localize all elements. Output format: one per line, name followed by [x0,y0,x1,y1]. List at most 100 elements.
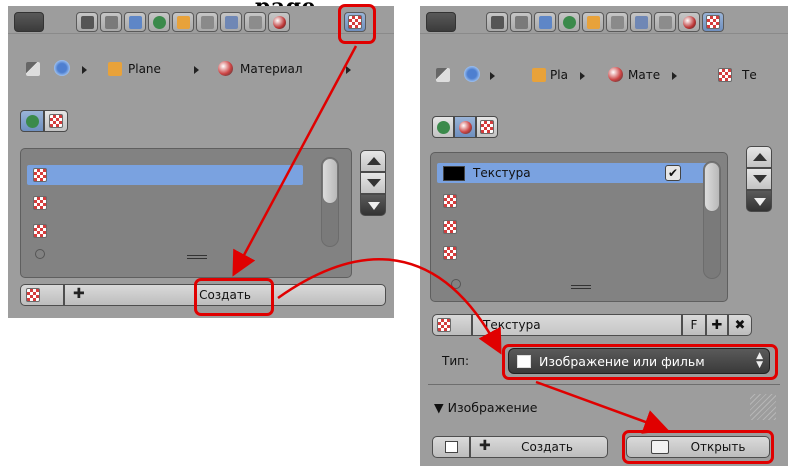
world-texture-toggle[interactable] [432,116,454,138]
material-texture-toggle[interactable] [44,110,68,132]
material-texture-toggle[interactable] [454,116,476,138]
texture-icon [706,15,720,29]
fake-user-label: F [690,318,698,332]
pin-icon[interactable] [436,68,450,82]
list-item[interactable]: Текстура ✔ [437,163,713,183]
list-scrollbar-thumb[interactable] [322,158,338,204]
unlink-texture-button[interactable]: ✖ [728,314,752,336]
image-section-title: Изображение [447,400,538,415]
cube-icon [177,16,190,29]
render-layers-tab[interactable] [124,12,146,32]
type-label: Тип: [442,354,470,368]
material-sphere-icon [608,67,623,82]
move-up-button[interactable] [746,146,772,168]
move-down-button[interactable] [746,168,772,190]
add-texture-button[interactable]: ✚ [706,314,728,336]
breadcrumb-material[interactable]: Материал [240,62,303,76]
image-new-button[interactable]: ✚ Создать [470,436,608,458]
texture-icon [49,114,63,128]
right-properties-toolbar [420,6,788,34]
texture-slot-list[interactable]: Текстура ✔ [430,152,728,302]
constraints-tab[interactable] [606,12,628,32]
highlight-texture-tab [338,4,376,44]
object-data-tab[interactable] [244,12,266,32]
editor-type-button[interactable] [14,12,44,32]
cube-icon [108,62,122,76]
list-scrollbar[interactable] [703,161,721,279]
specials-menu-button[interactable] [746,190,772,212]
texture-icon [26,288,40,302]
world-tab[interactable] [558,12,580,32]
breadcrumb-material[interactable]: Мате [628,68,660,82]
material-sphere-icon [683,16,696,29]
add-small-icon[interactable] [35,249,45,259]
render-tab[interactable] [486,12,508,32]
render-tab[interactable] [76,12,98,32]
texture-tab[interactable] [702,12,724,32]
right-properties-panel: Pla Мате Те Текстура ✔ Текстура F ✚ ✖ Ти… [420,6,788,466]
constraints-tab[interactable] [196,12,218,32]
list-scrollbar[interactable] [321,157,339,247]
list-scrollbar-thumb[interactable] [704,162,720,212]
object-data-tab[interactable] [654,12,676,32]
texture-icon [718,68,732,82]
image-section-header[interactable]: ▼ Изображение [434,400,538,415]
list-item[interactable] [437,191,713,211]
material-tab[interactable] [678,12,700,32]
world-texture-toggle[interactable] [20,110,44,132]
breadcrumb-texture[interactable]: Те [742,68,757,82]
cube-icon [532,68,546,82]
texture-icon [443,246,457,260]
resize-grip[interactable] [187,255,207,259]
texture-browse-button[interactable] [20,284,64,306]
camera-icon [491,16,504,29]
modifiers-tab[interactable] [630,12,652,32]
resize-grip[interactable] [571,285,591,289]
texture-slot-list[interactable] [20,148,352,278]
texture-icon [33,224,47,238]
breadcrumb-separator-icon [194,66,199,74]
left-properties-toolbar [8,6,394,34]
highlight-type-dropdown [502,344,778,380]
camera-icon [81,16,94,29]
list-item[interactable] [27,193,303,213]
specials-menu-button[interactable] [360,194,386,216]
scene-tab[interactable] [510,12,532,32]
texture-name-field[interactable]: Текстура [472,314,682,336]
object-tab[interactable] [172,12,194,32]
editor-type-button[interactable] [426,12,456,32]
material-sphere-icon [459,121,472,134]
link-icon [201,16,214,29]
fake-user-button[interactable]: F [682,314,706,336]
world-icon [26,115,39,128]
texture-icon [437,318,451,332]
other-texture-toggle[interactable] [476,116,498,138]
world-icon [437,121,450,134]
texture-browse-button[interactable] [432,314,472,336]
render-layers-tab[interactable] [534,12,556,32]
object-tab[interactable] [582,12,604,32]
breadcrumb-separator-icon [82,66,87,74]
texture-slot-checkbox[interactable]: ✔ [665,165,681,181]
triangle-down-icon [754,198,766,206]
world-tab[interactable] [148,12,170,32]
panel-drag-grip[interactable] [750,394,776,420]
move-down-button[interactable] [360,172,386,194]
list-item[interactable] [437,243,713,263]
list-item[interactable] [27,165,303,185]
texture-icon [443,194,457,208]
wrench-icon [635,16,648,29]
breadcrumb-object[interactable]: Pla [550,68,568,82]
list-item[interactable] [27,221,303,241]
breadcrumb-object[interactable]: Plane [128,62,161,76]
highlight-new-button [194,278,274,316]
image-browse-button[interactable] [432,436,470,458]
scene-tab[interactable] [100,12,122,32]
add-small-icon[interactable] [451,279,461,289]
list-item[interactable] [437,217,713,237]
triangle-up-icon [753,153,767,161]
move-up-button[interactable] [360,150,386,172]
pin-icon[interactable] [26,62,40,76]
material-tab[interactable] [268,12,290,32]
modifiers-tab[interactable] [220,12,242,32]
